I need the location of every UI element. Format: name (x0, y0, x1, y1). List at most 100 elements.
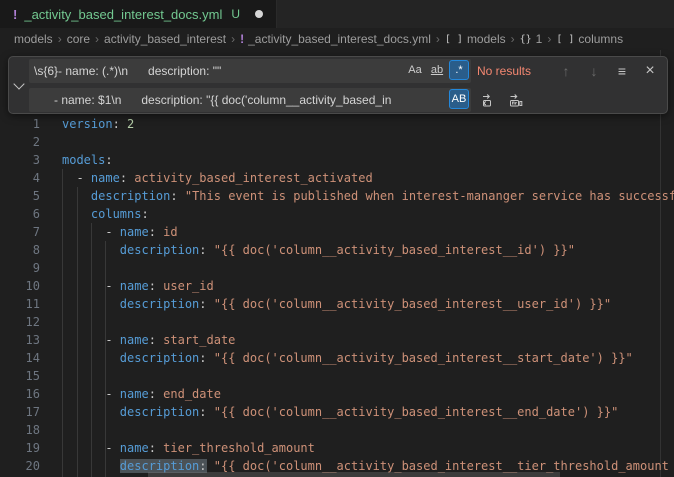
tab-active[interactable]: ! _activity_based_interest_docs.yml U (0, 0, 277, 28)
replace-input[interactable]: - name: $1\n description: "{{ doc('colum… (29, 88, 471, 112)
symbol-array-icon: [ ] (556, 34, 574, 45)
breadcrumb-item[interactable]: !_activity_based_interest_docs.yml (240, 32, 431, 46)
line-number: 8 (0, 241, 62, 259)
line-number: 13 (0, 331, 62, 349)
breadcrumb-item[interactable]: models (14, 32, 53, 46)
code-line-text: - name: tier_threshold_amount (62, 439, 315, 457)
code-line[interactable]: 1version: 2 (0, 115, 674, 133)
breadcrumb-label: models (467, 32, 506, 46)
git-status-badge: U (231, 7, 240, 21)
breadcrumb-separator: › (547, 32, 551, 46)
find-in-selection-button[interactable]: ≡ (611, 60, 633, 82)
line-number: 5 (0, 187, 62, 205)
line-number: 9 (0, 259, 62, 277)
breadcrumb-label: columns (578, 32, 623, 46)
tab-title: _activity_based_interest_docs.yml (24, 7, 222, 22)
symbol-object-icon: {} (520, 34, 532, 45)
line-number: 18 (0, 421, 62, 439)
code-line-text: - name: start_date (62, 331, 235, 349)
code-line-text: description: "{{ doc('column__activity_b… (62, 403, 618, 421)
replace-all-icon (508, 92, 524, 108)
yaml-file-icon: ! (240, 32, 244, 46)
code-line[interactable]: 7 - name: id (0, 223, 674, 241)
breadcrumb: models › core › activity_based_interest › !_ac… (0, 28, 674, 50)
line-number: 11 (0, 295, 62, 313)
breadcrumb-label: 1 (536, 32, 543, 46)
code-line-text: - name: user_id (62, 277, 214, 295)
code-line-text: description: "{{ doc('column__activity_b… (62, 349, 633, 367)
code-line-text: - name: activity_based_interest_activate… (62, 169, 373, 187)
breadcrumb-label: models (14, 32, 53, 46)
code-line[interactable]: 13 - name: start_date (0, 331, 674, 349)
breadcrumb-label: activity_based_interest (104, 32, 226, 46)
editor[interactable]: 1version: 223models:4 - name: activity_b… (0, 50, 674, 477)
chevron-down-icon (13, 78, 24, 89)
breadcrumb-separator: › (511, 32, 515, 46)
close-button[interactable]: × (639, 60, 661, 82)
line-number: 19 (0, 439, 62, 457)
code-line[interactable]: 3models: (0, 151, 674, 169)
find-query-text: \s{6}- name: (.*)\n description: "" (34, 64, 466, 78)
yaml-file-icon: ! (13, 7, 17, 22)
breadcrumb-separator: › (95, 32, 99, 46)
replace-icon (480, 92, 496, 108)
breadcrumb-label: core (67, 32, 90, 46)
code-line[interactable]: 6 columns: (0, 205, 674, 223)
code-line[interactable]: 8 description: "{{ doc('column__activity… (0, 241, 674, 259)
code-line[interactable]: 17 description: "{{ doc('column__activit… (0, 403, 674, 421)
line-number: 6 (0, 205, 62, 223)
code-line[interactable]: 12 (0, 313, 674, 331)
line-number: 16 (0, 385, 62, 403)
line-number: 2 (0, 133, 62, 151)
tab-bar: ! _activity_based_interest_docs.yml U (0, 0, 674, 28)
breadcrumb-item[interactable]: core (67, 32, 90, 46)
next-match-button[interactable]: ↓ (583, 60, 605, 82)
code-area[interactable]: 1version: 223models:4 - name: activity_b… (0, 115, 674, 475)
regex-toggle[interactable]: .* (449, 60, 469, 80)
code-line[interactable]: 19 - name: tier_threshold_amount (0, 439, 674, 457)
line-number: 15 (0, 367, 62, 385)
code-line-text: description: "{{ doc('column__activity_b… (62, 295, 611, 313)
line-number: 1 (0, 115, 62, 133)
code-line[interactable]: 16 - name: end_date (0, 385, 674, 403)
code-line[interactable]: 4 - name: activity_based_interest_activa… (0, 169, 674, 187)
code-line[interactable]: 14 description: "{{ doc('column__activit… (0, 349, 674, 367)
code-line-text: - name: end_date (62, 385, 221, 403)
replace-button[interactable] (477, 89, 499, 111)
breadcrumb-item[interactable]: [ ] columns (556, 32, 623, 46)
code-line[interactable]: 2 (0, 133, 674, 151)
find-input[interactable]: \s{6}- name: (.*)\n description: "" Aa a… (29, 59, 471, 83)
code-line[interactable]: 15 (0, 367, 674, 385)
code-line-text: models: (62, 151, 113, 169)
breadcrumb-item[interactable]: [ ] models (445, 32, 506, 46)
match-case-toggle[interactable]: Aa (405, 60, 425, 80)
code-line-text: description: "This event is published wh… (62, 187, 674, 205)
whole-word-toggle[interactable]: ab (427, 60, 447, 80)
replace-all-button[interactable] (505, 89, 527, 111)
code-line[interactable]: 10 - name: user_id (0, 277, 674, 295)
breadcrumb-separator: › (231, 32, 235, 46)
code-line-text: version: 2 (62, 115, 134, 133)
previous-match-button[interactable]: ↑ (555, 60, 577, 82)
find-results-status: No results (477, 64, 549, 78)
code-line[interactable]: 5 description: "This event is published … (0, 187, 674, 205)
code-line-text: columns: (62, 205, 149, 223)
breadcrumb-item[interactable]: {} 1 (520, 32, 543, 46)
horizontal-scrollbar[interactable] (148, 472, 560, 477)
breadcrumb-separator: › (436, 32, 440, 46)
line-number: 3 (0, 151, 62, 169)
toggle-replace-button[interactable] (9, 57, 29, 113)
code-line-text: description: "{{ doc('column__activity_b… (62, 241, 575, 259)
code-line[interactable]: 11 description: "{{ doc('column__activit… (0, 295, 674, 313)
code-line[interactable]: 18 (0, 421, 674, 439)
line-number: 4 (0, 169, 62, 187)
breadcrumb-item[interactable]: activity_based_interest (104, 32, 226, 46)
symbol-array-icon: [ ] (445, 34, 463, 45)
line-number: 12 (0, 313, 62, 331)
code-line[interactable]: 9 (0, 259, 674, 277)
line-number: 17 (0, 403, 62, 421)
preserve-case-toggle[interactable]: AB (449, 89, 469, 109)
line-number: 10 (0, 277, 62, 295)
modified-dot-icon[interactable] (255, 10, 263, 18)
find-replace-widget: \s{6}- name: (.*)\n description: "" Aa a… (8, 56, 668, 114)
